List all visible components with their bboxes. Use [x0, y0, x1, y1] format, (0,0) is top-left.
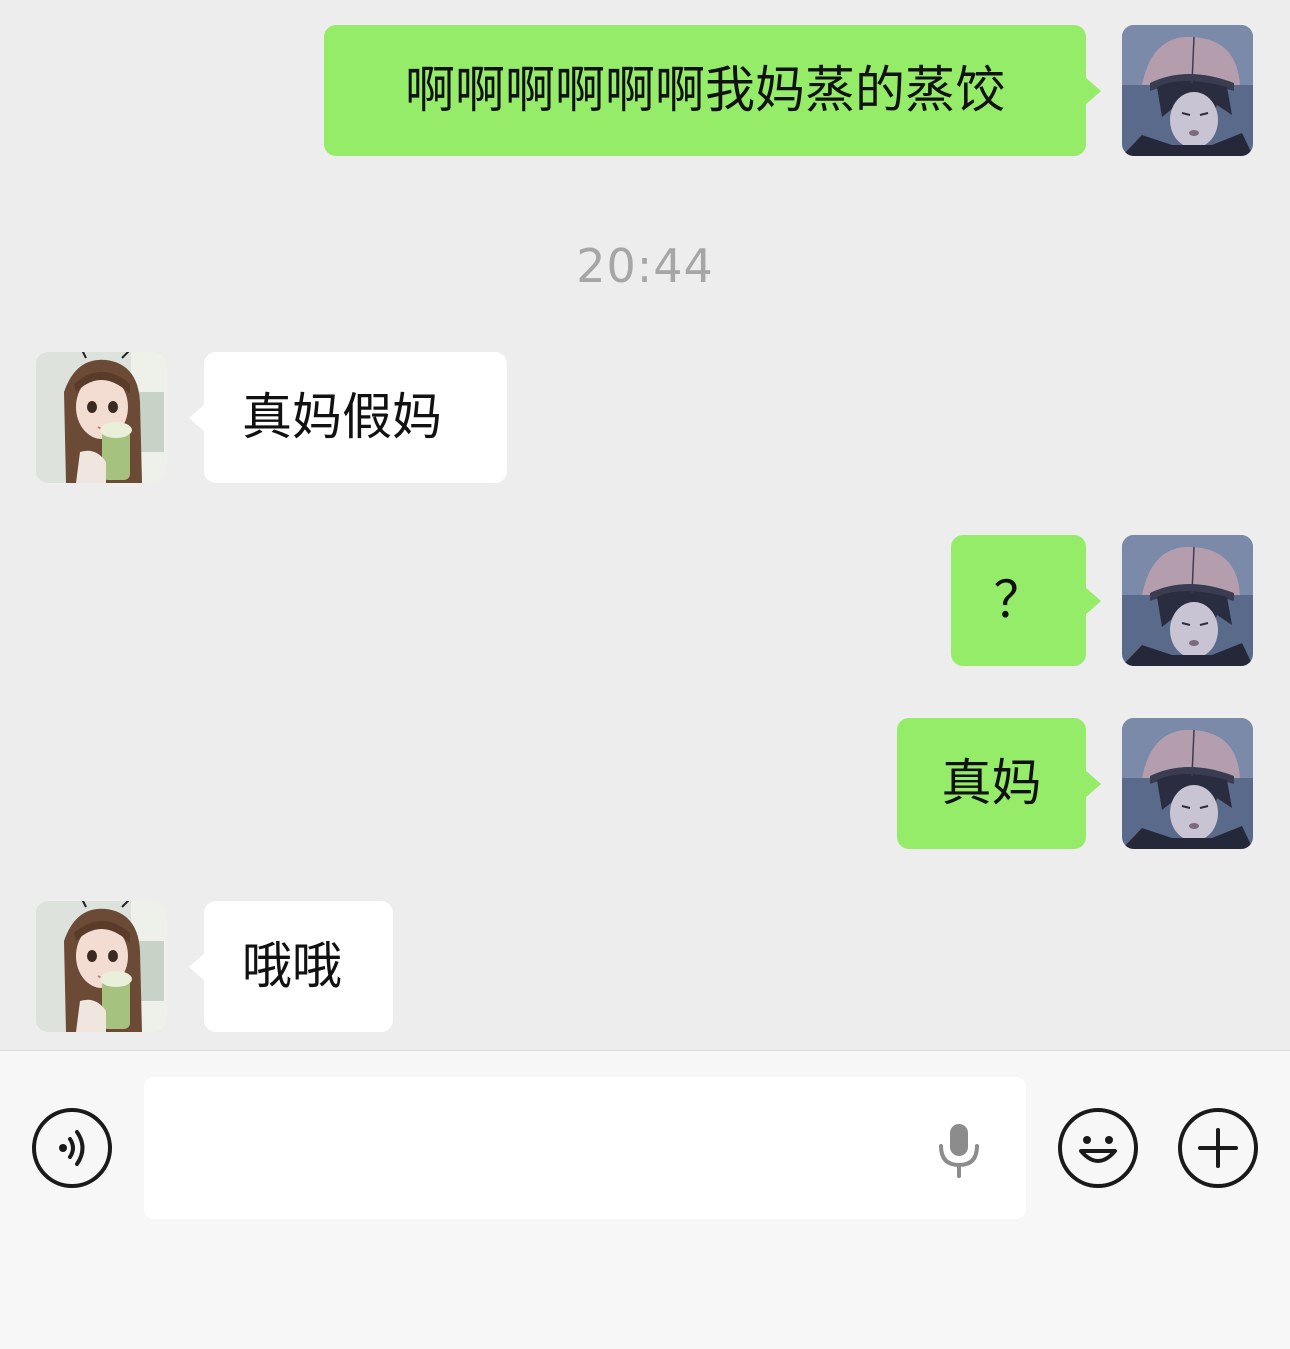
contact-avatar[interactable]: [36, 901, 167, 1032]
contact-avatar-image: [36, 352, 167, 483]
plus-icon: [1198, 1128, 1238, 1168]
microphone-icon[interactable]: [934, 1122, 984, 1178]
message-bubble-self[interactable]: ？: [951, 535, 1101, 666]
message-input[interactable]: [144, 1077, 1026, 1219]
more-button[interactable]: [1178, 1108, 1258, 1188]
message-timestamp: 20:44: [576, 239, 714, 293]
message-bubble-other[interactable]: 真妈假妈: [189, 352, 507, 483]
self-avatar-image: [1122, 718, 1253, 849]
self-avatar[interactable]: [1122, 535, 1253, 666]
message-bubble-other[interactable]: 哦哦: [189, 901, 393, 1032]
self-avatar[interactable]: [1122, 718, 1253, 849]
voice-input-button[interactable]: [32, 1108, 112, 1188]
self-avatar[interactable]: [1122, 25, 1253, 156]
message-bubble-self[interactable]: 真妈: [897, 718, 1101, 849]
chat-area: 啊啊啊啊啊啊我妈蒸的蒸饺 20:44 真妈假妈 ？ 真妈 哦哦: [0, 0, 1290, 1050]
message-bubble-self[interactable]: 啊啊啊啊啊啊我妈蒸的蒸饺: [324, 25, 1101, 156]
self-avatar-image: [1122, 25, 1253, 156]
emoji-button[interactable]: [1058, 1108, 1138, 1188]
self-avatar-image: [1122, 535, 1253, 666]
voice-icon: [59, 1130, 85, 1166]
emoji-icon: [1079, 1136, 1117, 1163]
contact-avatar-image: [36, 901, 167, 1032]
contact-avatar[interactable]: [36, 352, 167, 483]
input-bar: [0, 1050, 1290, 1349]
